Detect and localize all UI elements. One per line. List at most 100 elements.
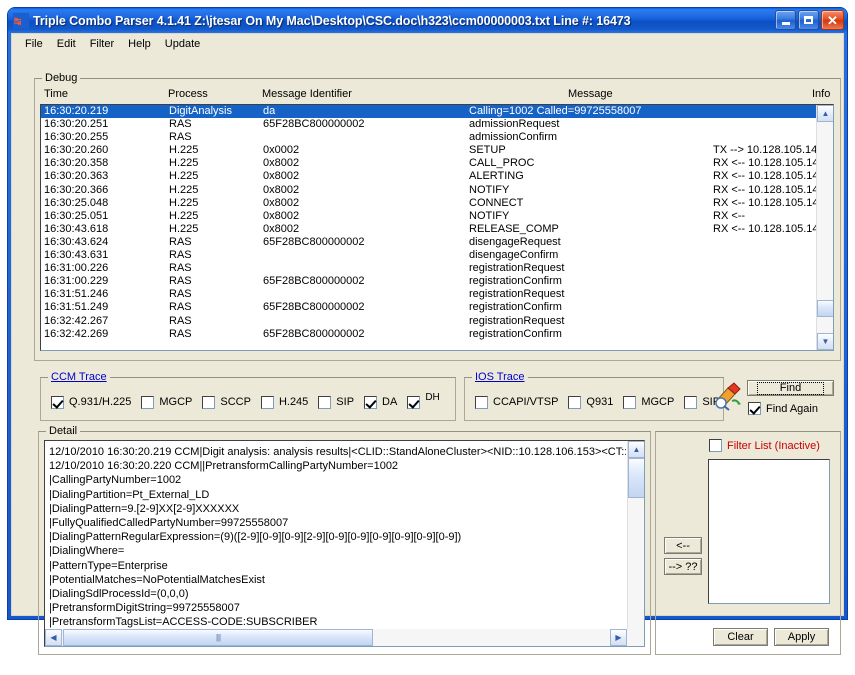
cell-time: 16:30:43.624 [44,235,109,248]
checkbox-dhcs[interactable]: DHCS [407,393,439,411]
ccm-trace-checkbox-row: Q.931/H.225 MGCP SCCP H.245 SIP DA DH [41,392,439,412]
detail-hscroll-thumb[interactable]: |||| [63,629,373,646]
checkbox-h245[interactable]: H.245 [260,395,308,409]
checkbox-box[interactable] [475,395,488,409]
checkbox-box[interactable] [364,395,378,409]
table-row[interactable]: 16:30:20.358 H.225 0x8002 CALL_PROC RX <-- 1… [41,157,825,170]
checkbox-box[interactable] [748,402,761,415]
cell-time: 16:30:20.363 [44,170,109,183]
checkbox-q931[interactable]: Q931 [568,395,613,409]
menu-item-file[interactable]: File [18,36,50,52]
detail-group: Detail 12/10/2010 16:30:20.219 CCM|Digit… [38,425,651,655]
table-row[interactable]: 16:30:43.624 RAS 65F28BC800000002 disengage… [41,236,816,249]
checkbox-box[interactable] [407,395,421,409]
table-row[interactable]: 16:31:00.226 RAS registrationRequest [41,262,816,275]
apply-button[interactable]: Apply [774,628,829,646]
checkbox-ccm-sip[interactable]: SIP [318,395,354,409]
ccm-trace-group-label[interactable]: CCM Trace [48,371,110,383]
checkbox-q931-h225[interactable]: Q.931/H.225 [51,395,132,409]
table-row[interactable]: 16:32:42.269 RAS 65F28BC800000002 registrat… [41,328,816,341]
table-row[interactable]: 16:30:25.051 H.225 0x8002 NOTIFY RX <-- [41,210,816,223]
debug-list[interactable]: 16:30:20.219 DigitAnalysis da Calling=1002 … [40,104,834,351]
checkbox-ios-mgcp[interactable]: MGCP [623,395,674,409]
detail-text-content: 12/10/2010 16:30:20.219 CCM|Digit analys… [49,446,626,629]
cell-message-identifier: 0x8002 [263,209,300,222]
cell-time: 16:30:25.051 [44,209,109,222]
checkbox-box[interactable] [568,395,582,409]
cell-message-identifier: 0x8002 [263,157,300,170]
cell-process: RAS [169,118,192,131]
menu-item-help[interactable]: Help [121,36,158,52]
table-row[interactable]: 16:30:20.219 DigitAnalysis da Calling=1002 … [41,105,816,119]
table-row[interactable]: 16:30:20.260 H.225 0x0002 SETUP TX --> 10.12… [41,144,823,157]
menu-item-edit[interactable]: Edit [50,36,83,52]
chevron-up-icon[interactable]: ▲ [628,441,644,458]
debug-scroll-track[interactable] [817,122,833,333]
chevron-up-icon[interactable]: ▲ [817,105,833,122]
chevron-right-icon[interactable]: ▶ [610,629,627,646]
checkbox-box[interactable] [141,395,155,409]
maximize-button[interactable] [798,10,819,30]
minimize-button[interactable] [775,10,796,30]
checkbox-box[interactable] [684,395,698,409]
detail-vertical-scrollbar[interactable]: ▲ ▼ [627,441,644,646]
table-row[interactable]: 16:31:51.246 RAS registrationRequest [41,288,816,301]
checkbox-box[interactable] [709,439,722,452]
filter-list-box[interactable] [708,459,830,604]
checkbox-box[interactable] [202,395,216,409]
checkbox-ccm-mgcp[interactable]: MGCP [141,395,192,409]
cell-message: admissionRequest [469,118,560,131]
cell-process: H.225 [169,209,199,222]
table-row[interactable]: 16:30:20.255 RAS admissionConfirm [41,131,816,144]
checkbox-da[interactable]: DA [364,395,397,409]
cell-message-identifier: 65F28BC800000002 [263,275,365,288]
checkbox-box[interactable] [623,395,637,409]
clear-button[interactable]: Clear [713,628,768,646]
table-row[interactable]: 16:31:51.249 RAS 65F28BC800000002 registrat… [41,301,816,314]
table-row[interactable]: 16:30:20.366 H.225 0x8002 NOTIFY RX <-- 10.1… [41,183,825,197]
cell-process: RAS [169,262,192,275]
detail-text-area[interactable]: 12/10/2010 16:30:20.219 CCM|Digit analys… [44,440,645,647]
cell-time: 16:30:20.260 [44,144,109,157]
app-icon: ↹ [13,12,29,29]
cell-message: NOTIFY [469,209,510,222]
close-button[interactable]: ✕ [821,10,844,30]
chevron-left-icon[interactable]: ◀ [45,629,62,646]
detail-horizontal-scrollbar[interactable]: ◀ |||| ▶ [45,629,644,646]
checkbox-sccp[interactable]: SCCP [202,395,251,409]
ios-trace-checkbox-row: CCAPI/VTSP Q931 MGCP SIP [465,392,720,412]
debug-scroll-thumb[interactable] [817,300,833,317]
debug-rows-container: 16:30:20.219 DigitAnalysis da Calling=1002 … [41,105,825,341]
debug-vertical-scrollbar[interactable]: ▲ ▼ [816,105,833,350]
cell-message: disengageRequest [469,235,561,248]
checkbox-ccapi-vtsp[interactable]: CCAPI/VTSP [475,395,558,409]
checkbox-label: Q.931/H.225 [69,396,132,408]
filter-list-label: Filter List (Inactive) [727,439,820,452]
find-button[interactable]: Find [747,380,834,396]
cell-message: CALL_PROC [469,157,535,170]
checkbox-filter-list[interactable]: Filter List (Inactive) [709,439,820,452]
cell-message-identifier: 0x8002 [263,183,300,196]
table-row[interactable]: 16:30:25.048 H.225 0x8002 CONNECT RX <-- 10.… [41,197,825,210]
menu-item-update[interactable]: Update [158,36,207,52]
checkbox-box[interactable] [318,395,332,409]
checkbox-box[interactable] [51,395,64,409]
checkbox-find-again[interactable]: Find Again [748,402,818,415]
move-right-button[interactable]: --> ?? [664,558,702,575]
detail-scroll-track[interactable] [628,458,644,629]
ios-trace-group-label[interactable]: IOS Trace [472,371,528,383]
table-row[interactable]: 16:30:43.618 H.225 0x8002 RELEASE_COMP RX <-… [41,223,825,236]
chevron-down-icon[interactable]: ▼ [817,333,833,350]
menu-item-filter[interactable]: Filter [83,36,121,52]
cell-message: Calling=1002 Called=99725558007 [469,105,642,117]
table-row[interactable]: 16:32:42.267 RAS registrationRequest [41,315,816,328]
table-row[interactable]: 16:30:20.251 RAS 65F28BC800000002 admission… [41,118,816,131]
table-row[interactable]: 16:30:20.363 H.225 0x8002 ALERTING RX <-- 10… [41,170,825,183]
move-left-button[interactable]: <-- [664,537,702,554]
table-row[interactable]: 16:30:43.631 RAS disengageConfirm [41,249,816,262]
cell-info: RX <-- 10.128.105.143 [713,222,825,235]
cell-process: H.225 [169,183,199,196]
table-row[interactable]: 16:31:00.229 RAS 65F28BC800000002 registrat… [41,275,816,288]
detail-scroll-thumb[interactable] [628,458,644,498]
checkbox-box[interactable] [260,395,274,409]
